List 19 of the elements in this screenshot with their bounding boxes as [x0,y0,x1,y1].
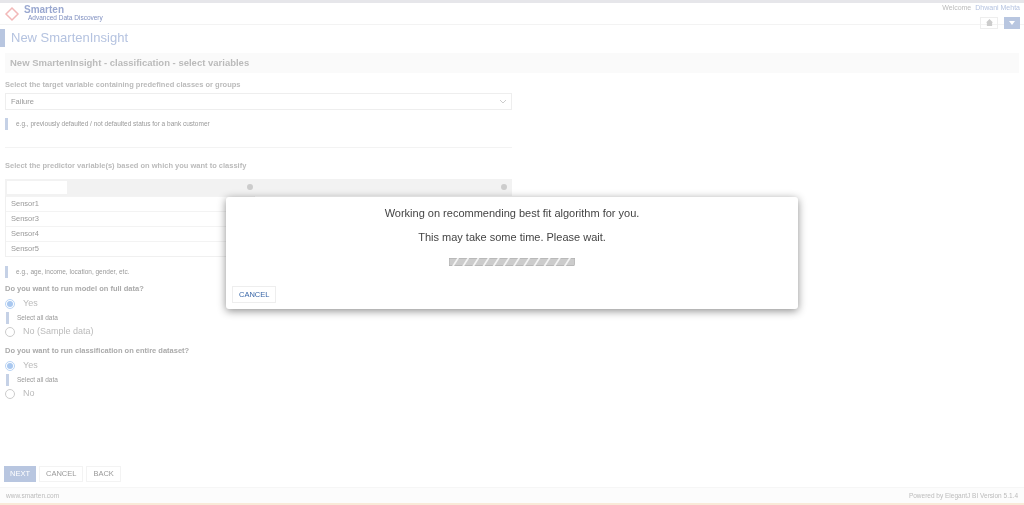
add-icon[interactable] [247,184,253,190]
home-icon [985,19,993,26]
caret-icon [1009,20,1015,25]
section-title: New SmartenInsight - classification - select variables [10,55,250,70]
radio-label: No [23,387,35,401]
menu-button[interactable] [1004,16,1020,29]
logo-icon [4,5,20,22]
remove-icon[interactable] [501,184,507,190]
radio-label: Yes [23,297,38,310]
home-button[interactable] [980,16,998,29]
logo-name: Smarten [24,5,64,16]
dialog-message: Working on recommending best fit algorithm for you. [384,206,640,221]
page-title: New SmartenInsight [11,29,129,48]
dialog-message: This may take some time. Please wait. [418,229,606,245]
radio-label: No (Sample data) [23,325,94,338]
radio-button[interactable] [5,361,15,371]
chevron-icon [500,99,506,104]
radio-label: Yes [23,359,38,373]
accent-bar [0,29,5,47]
